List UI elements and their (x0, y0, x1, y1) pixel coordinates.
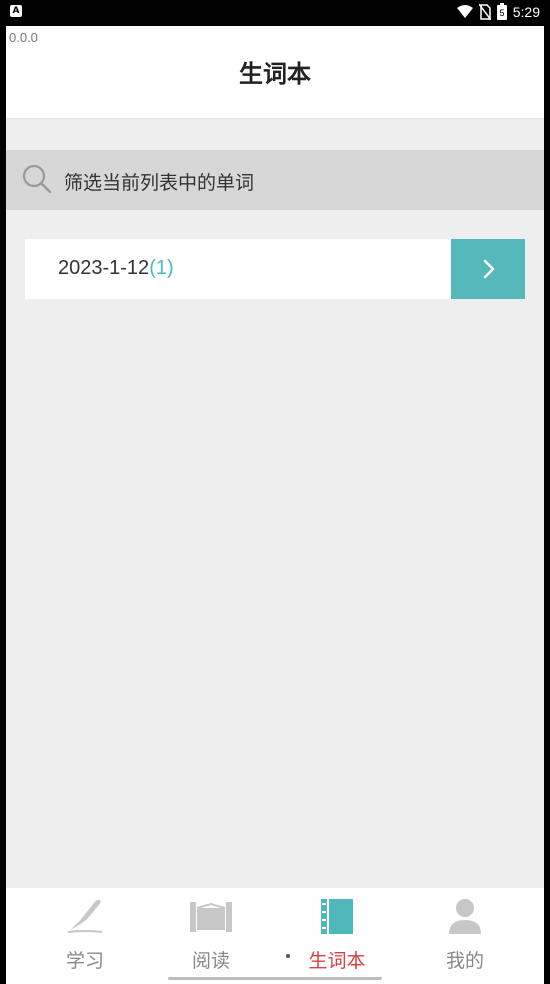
search-bar[interactable]: 筛选当前列表中的单词 (6, 150, 544, 210)
tab-label-mine: 我的 (445, 950, 484, 972)
tab-reading[interactable]: 阅读 (144, 888, 278, 984)
battery-level: 5 (499, 8, 504, 18)
tab-vocabulary[interactable]: 生词本 (270, 888, 404, 984)
page-title: 生词本 (239, 60, 311, 88)
tab-label-study: 学习 (65, 950, 104, 972)
home-indicator[interactable] (168, 977, 382, 980)
list-item-count: (1) (149, 257, 174, 279)
wifi-icon (456, 4, 473, 18)
status-icons: 5 5:29 (456, 3, 540, 20)
open-list-button[interactable] (451, 239, 525, 299)
version-label: 0.0.0 (9, 30, 38, 45)
search-input[interactable]: 筛选当前列表中的单词 (64, 168, 254, 195)
list-item-date: 2023-1-12(1) (58, 257, 174, 280)
tab-study[interactable]: 学习 (18, 888, 152, 984)
chevron-right-icon (483, 259, 495, 279)
no-sim-icon (478, 3, 491, 20)
word-list-row[interactable]: 2023-1-12(1) (25, 239, 525, 299)
tab-label-reading: 阅读 (191, 950, 230, 972)
app-screen: 生词本 0.0.0 筛选当前列表中的单词 2023-1-12(1) 学习 阅读 … (6, 26, 544, 984)
pen-icon (67, 899, 103, 933)
battery-icon: 5 (496, 3, 507, 20)
tab-label-vocabulary: 生词本 (308, 950, 366, 972)
book-open-icon (190, 902, 232, 932)
top-header: 生词本 (6, 26, 544, 119)
status-bar: A 5 5:29 (0, 0, 550, 26)
list-date-text: 2023-1-12 (58, 257, 150, 279)
search-icon (22, 164, 52, 194)
notification-a-icon: A (10, 5, 22, 17)
tab-mine[interactable]: 我的 (398, 888, 532, 984)
status-time: 5:29 (512, 3, 540, 20)
notebook-icon (321, 899, 353, 934)
person-icon (449, 899, 481, 934)
bottom-tab-bar: 学习 阅读 生词本 我的 (6, 888, 544, 984)
